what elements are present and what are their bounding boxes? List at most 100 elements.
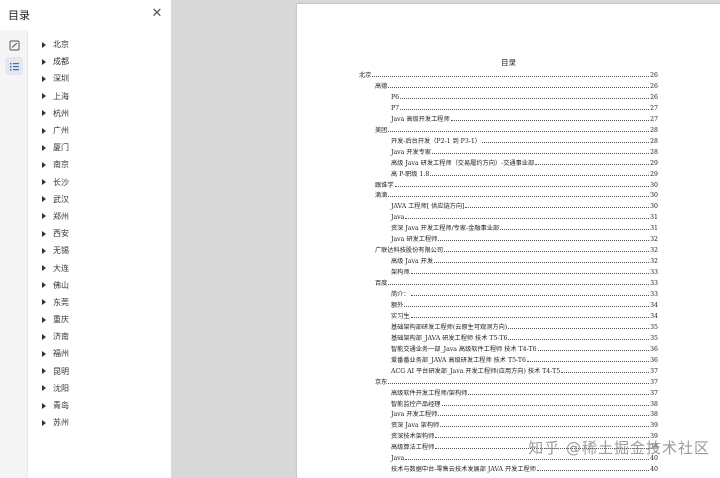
toc-entry-page: 29 — [650, 170, 658, 178]
toc-entry-page: 35 — [650, 334, 658, 342]
outline-item[interactable]: 大连 — [28, 259, 171, 276]
expand-arrow-icon[interactable] — [42, 402, 46, 409]
outline-item[interactable]: 无锡 — [28, 242, 171, 259]
toc-entry[interactable]: P6 26 — [391, 91, 658, 101]
outline-item-label: 南京 — [53, 160, 69, 170]
expand-arrow-icon[interactable] — [42, 161, 46, 168]
toc-entry[interactable]: 高德 26 — [375, 80, 658, 90]
toc-entry[interactable]: Java 高级开发工程师 27 — [391, 113, 658, 123]
outline-item[interactable]: 广州 — [28, 122, 171, 139]
outline-item[interactable]: 济南 — [28, 328, 171, 345]
expand-arrow-icon[interactable] — [42, 265, 46, 272]
toc-entry[interactable]: 基础架构部研发工程师(云原生可观测方向) 35 — [391, 321, 658, 331]
outline-item[interactable]: 东莞 — [28, 294, 171, 311]
outline-item-label: 上海 — [53, 91, 69, 101]
toc-entry[interactable]: 架构师 33 — [391, 266, 658, 276]
outline-item[interactable]: 南京 — [28, 156, 171, 173]
outline-item[interactable]: 青岛 — [28, 397, 171, 414]
expand-arrow-icon[interactable] — [42, 213, 46, 220]
expand-arrow-icon[interactable] — [42, 333, 46, 340]
expand-arrow-icon[interactable] — [42, 299, 46, 306]
toc-entry[interactable]: 高级软件开发工程师/架构师 37 — [391, 387, 658, 397]
toc-entry[interactable]: 京东 37 — [375, 376, 658, 386]
expand-arrow-icon[interactable] — [42, 282, 46, 289]
toc-entry[interactable]: 资深 Java 架构师 39 — [391, 419, 658, 429]
toc-entry[interactable]: 实习生 34 — [391, 310, 658, 320]
expand-arrow-icon[interactable] — [42, 58, 46, 65]
toc-entry[interactable]: 智能交通业务一部_Java 高级软件工程师 技术 T4-T6 36 — [391, 343, 658, 353]
outline-item[interactable]: 北京 — [28, 36, 171, 53]
toc-entry[interactable]: 广联达科技股份有限公司 32 — [375, 244, 658, 254]
expand-arrow-icon[interactable] — [42, 144, 46, 151]
toc-entry-page: 31 — [650, 214, 658, 222]
outline-item[interactable]: 沈阳 — [28, 380, 171, 397]
outline-item[interactable]: 上海 — [28, 88, 171, 105]
document-viewer[interactable]: 目录 北京 26 高德 26 P6 26 P7 27 Java 高级开发工程师 27 美团 28 开发-… — [173, 0, 720, 478]
toc-entry[interactable]: 额外 34 — [391, 299, 658, 309]
thumbnail-icon — [9, 40, 19, 50]
expand-arrow-icon[interactable] — [42, 110, 46, 117]
expand-arrow-icon[interactable] — [42, 385, 46, 392]
toc-entry[interactable]: 高级 Java 研发工程师（交易履约方向）-交通事业部 29 — [391, 157, 658, 167]
toc-entry[interactable]: Java 开发专家 28 — [391, 146, 658, 156]
toc-entry[interactable]: Java 开发工程师 38 — [391, 408, 658, 418]
outline-item[interactable]: 福州 — [28, 345, 171, 362]
toc-entry[interactable]: ACG AI 平台研发部_Java 开发工程师(应用方向) 技术 T4-T5 37 — [391, 365, 658, 375]
toc-entry[interactable]: Java 31 — [391, 211, 658, 221]
outline-item[interactable]: 武汉 — [28, 191, 171, 208]
thumbnail-view-button[interactable] — [5, 36, 23, 54]
toc-entry[interactable]: 简介： 33 — [391, 288, 658, 298]
close-icon[interactable]: ✕ — [150, 7, 164, 21]
toc-entry-page: 30 — [650, 192, 658, 200]
expand-arrow-icon[interactable] — [42, 316, 46, 323]
toc-entry[interactable]: P7 27 — [391, 102, 658, 112]
expand-arrow-icon[interactable] — [42, 179, 46, 186]
toc-entry[interactable]: 跟谁学 30 — [375, 179, 658, 189]
toc-entry-text: 滴滴 — [375, 192, 388, 200]
toc-leader-dots — [537, 349, 650, 351]
outline-item[interactable]: 昆明 — [28, 363, 171, 380]
outline-item[interactable]: 成都 — [28, 53, 171, 70]
toc-entry[interactable]: 百度 33 — [375, 277, 658, 287]
expand-arrow-icon[interactable] — [42, 196, 46, 203]
expand-arrow-icon[interactable] — [42, 230, 46, 237]
expand-arrow-icon[interactable] — [42, 350, 46, 357]
toc-leader-dots — [508, 338, 650, 340]
expand-arrow-icon[interactable] — [42, 93, 46, 100]
toc-entry[interactable]: 高级 Java 开发 32 — [391, 255, 658, 265]
toc-entry[interactable]: 智能监控产品经理 38 — [391, 398, 658, 408]
toc-entry-page: 26 — [650, 82, 658, 90]
expand-arrow-icon[interactable] — [42, 41, 46, 48]
toc-entry[interactable]: JAVA 工程师[ 供应链方向] 30 — [391, 200, 658, 210]
toc-leader-dots — [405, 218, 650, 220]
expand-arrow-icon[interactable] — [42, 368, 46, 375]
toc-entry[interactable]: 爱番番业务部_JAVA 高级研发工程师 技术 T5-T6 36 — [391, 354, 658, 364]
outline-item[interactable]: 佛山 — [28, 277, 171, 294]
toc-entry[interactable]: 高 P-职级 1.8 29 — [391, 168, 658, 178]
toc-leader-dots — [500, 229, 650, 231]
toc-entry[interactable]: 基础架构部_JAVA 研发工程师 技术 T5-T6 35 — [391, 332, 658, 342]
toc-entry[interactable]: 北京 26 — [359, 69, 658, 79]
toc-entry[interactable]: Java 研发工程师 32 — [391, 233, 658, 243]
outline-item[interactable]: 郑州 — [28, 208, 171, 225]
sidebar-header: 目录 — [0, 0, 171, 30]
toc-entry[interactable]: 技术与数据中台-零售云技术发展部 JAVA 开发工程师 40 — [391, 463, 658, 473]
outline-item[interactable]: 西安 — [28, 225, 171, 242]
outline-item[interactable]: 深圳 — [28, 70, 171, 87]
expand-arrow-icon[interactable] — [42, 75, 46, 82]
expand-arrow-icon[interactable] — [42, 419, 46, 426]
toc-entry-text: 实习生 — [391, 312, 410, 320]
outline-item[interactable]: 苏州 — [28, 414, 171, 431]
expand-arrow-icon[interactable] — [42, 127, 46, 134]
outline-item[interactable]: 长沙 — [28, 174, 171, 191]
toc-entry[interactable]: 资深 Java 开发工程师/专家-金融事业部 31 — [391, 222, 658, 232]
toc-entry[interactable]: 美团 28 — [375, 124, 658, 134]
outline-view-button[interactable] — [5, 57, 23, 75]
toc-entry[interactable]: 开发-后台开发（P2-1 到 P3-1） 28 — [391, 135, 658, 145]
outline-item[interactable]: 重庆 — [28, 311, 171, 328]
outline-item[interactable]: 厦门 — [28, 139, 171, 156]
toc-entry[interactable]: 滴滴 30 — [375, 189, 658, 199]
expand-arrow-icon[interactable] — [42, 247, 46, 254]
outline-item[interactable]: 杭州 — [28, 105, 171, 122]
toc-entry-text: 资深 Java 开发工程师/专家-金融事业部 — [391, 225, 500, 233]
